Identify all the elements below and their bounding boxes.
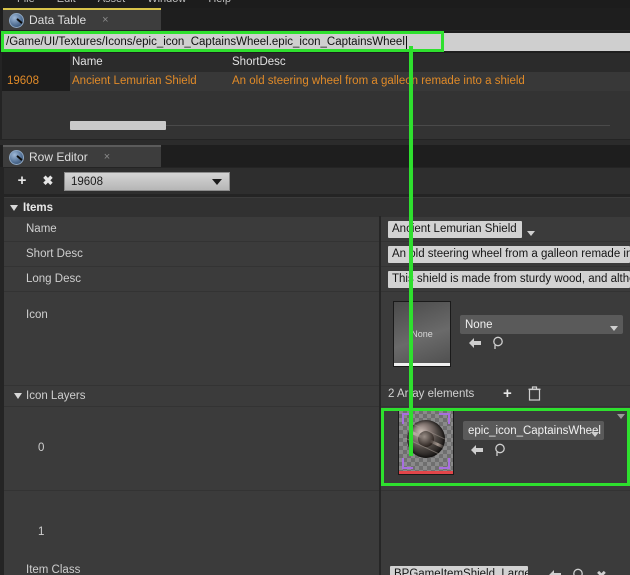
- layer-0-asset-value: epic_icon_CaptainsWheel: [468, 425, 601, 437]
- search-bar-extension[interactable]: [444, 33, 630, 51]
- menu-item-help[interactable]: Help: [197, 0, 242, 8]
- data-table-grid: Name ShortDesc 19608 Ancient Lemurian Sh…: [2, 53, 630, 139]
- expander-triangle-icon[interactable]: [14, 393, 22, 399]
- captains-wheel-image: [407, 420, 445, 458]
- table-header-row: Name ShortDesc: [2, 53, 630, 73]
- layer-0-expander-icon[interactable]: [617, 419, 625, 431]
- tab-row-editor[interactable]: Row Editor ×: [3, 145, 161, 167]
- remove-row-button[interactable]: ✖: [40, 173, 56, 189]
- menu-bar: File Edit Asset Window Help: [0, 0, 630, 8]
- property-row-name[interactable]: Name: [4, 217, 630, 242]
- panel-splitter[interactable]: [379, 216, 381, 575]
- array-elements-count: 2 Array elements: [388, 388, 474, 400]
- selection-corner-icon: [439, 413, 450, 424]
- tab-data-table[interactable]: Data Table ×: [3, 8, 161, 30]
- scrollbar-thumb[interactable]: [70, 121, 166, 130]
- browse-to-asset-icon[interactable]: [548, 569, 562, 575]
- clear-asset-icon[interactable]: ✖: [596, 568, 607, 575]
- chevron-down-icon: [212, 179, 222, 185]
- data-table-panel: Data Table × /Game/UI/Textures/Icons/epi…: [0, 8, 630, 140]
- menu-item-file[interactable]: File: [6, 0, 46, 8]
- property-label-long-desc: Long Desc: [26, 267, 81, 291]
- column-header-shortdesc[interactable]: ShortDesc: [232, 53, 286, 72]
- short-desc-value-field[interactable]: An old steering wheel from a galleon rem…: [388, 246, 630, 263]
- cell-shortdesc: An old steering wheel from a galleon rem…: [232, 72, 525, 91]
- chevron-down-icon: [591, 428, 599, 440]
- search-bar-row: /Game/UI/Textures/Icons/epic_icon_Captai…: [0, 31, 630, 53]
- icon-thumbnail-label: None: [411, 329, 433, 339]
- thumbnail-status-bar: [394, 363, 450, 366]
- property-label-icon: Icon: [26, 292, 48, 339]
- property-label-icon-layers: Icon Layers: [26, 386, 85, 406]
- row-selector-dropdown[interactable]: 19608: [64, 172, 230, 191]
- row-editor-toolbar: + ✖ 19608: [4, 168, 630, 194]
- browse-to-asset-icon[interactable]: [468, 337, 482, 352]
- text-caret: [406, 36, 407, 49]
- name-dropdown-icon[interactable]: [527, 227, 535, 239]
- property-row-icon[interactable]: Icon: [4, 292, 630, 386]
- trash-icon[interactable]: [528, 386, 541, 404]
- selection-corner-icon: [402, 458, 413, 469]
- cell-id: 19608: [2, 72, 70, 91]
- search-input[interactable]: /Game/UI/Textures/Icons/epic_icon_Captai…: [2, 33, 442, 51]
- browse-to-asset-icon[interactable]: [470, 444, 484, 459]
- menu-item-window[interactable]: Window: [136, 0, 197, 8]
- item-class-value-field[interactable]: BPGameItemShield_Large: [390, 566, 528, 575]
- row-selector-value: 19608: [71, 176, 103, 188]
- selection-corner-icon: [402, 413, 413, 424]
- tab-row-editor-label: Row Editor: [29, 150, 88, 164]
- layer-0-thumbnail[interactable]: [398, 409, 454, 475]
- asset-info-icon: [9, 13, 24, 28]
- close-icon[interactable]: ×: [102, 14, 108, 26]
- search-input-value: /Game/UI/Textures/Icons/epic_icon_Captai…: [6, 36, 405, 48]
- property-row-item-class[interactable]: Item Class: [4, 560, 630, 575]
- icon-asset-value: None: [465, 319, 493, 331]
- data-table-tabstrip: Data Table ×: [0, 8, 630, 30]
- find-in-content-browser-icon[interactable]: [572, 568, 587, 575]
- close-icon[interactable]: ×: [104, 151, 110, 163]
- name-value-field[interactable]: Ancient Lemurian Shield: [388, 221, 522, 238]
- column-header-id[interactable]: [2, 53, 70, 72]
- property-label-short-desc: Short Desc: [26, 242, 83, 266]
- unreal-editor-window: File Edit Asset Window Help Data Table ×…: [0, 0, 630, 575]
- property-label-name: Name: [26, 217, 57, 241]
- property-row-layer-0[interactable]: 0: [4, 407, 630, 491]
- expander-triangle-icon[interactable]: [10, 205, 18, 211]
- column-header-name[interactable]: Name: [72, 53, 103, 72]
- category-header-items[interactable]: Items: [4, 197, 630, 218]
- category-label: Items: [23, 202, 53, 214]
- chevron-down-icon: [610, 322, 618, 334]
- row-editor-panel: Row Editor × + ✖ 19608 Items Name: [0, 145, 630, 575]
- add-array-element-button[interactable]: +: [503, 385, 512, 402]
- cell-name: Ancient Lemurian Shield: [72, 72, 197, 91]
- property-label-item-class: Item Class: [26, 560, 80, 575]
- selection-corner-icon: [439, 458, 450, 469]
- layer-0-asset-dropdown[interactable]: epic_icon_CaptainsWheel: [463, 421, 604, 440]
- icon-thumbnail-none[interactable]: None: [393, 301, 451, 367]
- long-desc-value-field[interactable]: This shield is made from sturdy wood, an…: [388, 271, 630, 288]
- icon-asset-dropdown[interactable]: None: [460, 315, 623, 334]
- add-row-button[interactable]: +: [14, 173, 30, 189]
- find-in-content-browser-icon[interactable]: [492, 336, 507, 353]
- table-empty-area: [2, 91, 630, 139]
- menu-item-asset[interactable]: Asset: [87, 0, 137, 8]
- horizontal-scrollbar[interactable]: [70, 121, 630, 129]
- find-in-content-browser-icon[interactable]: [494, 443, 509, 460]
- menu-item-edit[interactable]: Edit: [46, 0, 87, 8]
- tab-data-table-label: Data Table: [29, 13, 86, 27]
- thumbnail-status-bar: [399, 471, 453, 474]
- row-editor-tabstrip: Row Editor ×: [0, 145, 630, 167]
- asset-info-icon: [9, 150, 24, 165]
- table-row[interactable]: 19608 Ancient Lemurian Shield An old ste…: [2, 72, 630, 92]
- array-index-0-label: 0: [38, 407, 44, 490]
